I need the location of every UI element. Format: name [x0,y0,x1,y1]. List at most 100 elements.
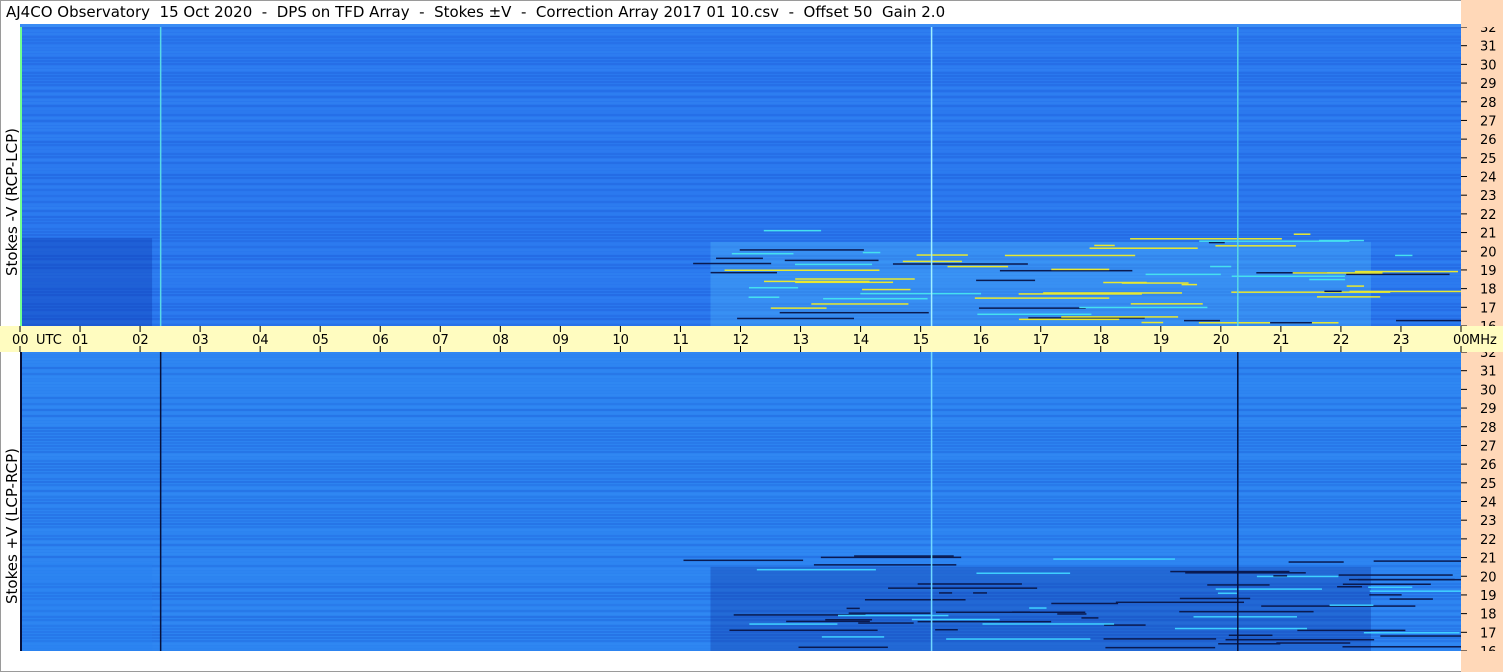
top-texture-band [20,42,1461,44]
top-signal-streak [1292,272,1383,274]
top-signal-streak [1215,245,1296,247]
bottom-signal-streak [1103,638,1217,640]
top-texture-band [20,204,1461,206]
bottom-signal-streak [1369,594,1402,596]
bottom-texture-band [20,508,1461,510]
bottom-texture-band [20,448,1461,450]
top-signal-streak [860,292,982,295]
top-signal-streak [1184,319,1221,322]
bottom-signal-streak [973,592,987,594]
bottom-texture-band [20,424,1461,426]
top-strip [20,24,1461,27]
bottom-texture-band [20,382,1461,384]
top-signal-streak [1346,285,1365,287]
bottom-texture-band [20,517,1461,519]
top-texture-band [20,222,1461,224]
top-texture-band [20,177,1461,179]
top-texture-band [20,219,1461,221]
top-texture-band [20,234,1461,236]
top-signal-streak [1089,247,1198,249]
time-tick-label: 02 [132,333,149,348]
top-signal-streak [1199,240,1350,242]
top-freq-tick-label: 26 [1480,133,1497,148]
top-freq-tick-label: 30 [1480,58,1497,73]
bottom-signal-streak [1380,635,1461,637]
top-signal-streak [977,313,1092,316]
top-texture-band [20,126,1461,128]
top-signal-streak [823,297,928,300]
time-tick-label: 15 [913,333,930,348]
bottom-freq-tick-label: 18 [1480,608,1497,623]
top-texture-band [20,129,1461,131]
time-tick-label: 20 [1213,333,1230,348]
top-texture-band [20,201,1461,203]
bottom-signal-streak [825,618,873,621]
top-signal-streak [1121,282,1189,284]
top-signal-streak [1198,322,1339,324]
top-texture-band [20,105,1461,107]
top-signal-streak [748,286,799,289]
top-texture-band [20,156,1461,158]
bottom-signal-streak [1218,643,1281,645]
bottom-texture-band [20,529,1461,531]
bottom-texture-band [20,556,1461,558]
frequency-band-footer [1461,651,1503,672]
top-texture-band [20,189,1461,191]
top-signal-streak [1309,278,1346,281]
top-freq-tick-label: 19 [1480,264,1497,279]
bottom-freq-tick-label: 19 [1480,589,1497,604]
time-tick-label: 14 [853,333,870,348]
top-texture-band [20,99,1461,101]
top-freq-tick-label: 31 [1480,40,1497,55]
bottom-texture-band [20,502,1461,504]
top-freq-tick-label: 24 [1480,171,1497,186]
top-freq-tick-label: 25 [1480,152,1497,167]
top-signal-streak [1324,290,1342,293]
top-texture-band [20,165,1461,167]
bottom-freq-tick-label: 27 [1480,439,1497,454]
bottom-texture-band [20,505,1461,507]
bottom-texture-band [20,469,1461,471]
top-signal-streak [1051,268,1110,271]
bottom-signal-streak [1338,574,1453,576]
top-signal-streak [1079,306,1208,309]
top-signal-streak [1346,273,1450,276]
bottom-signal-streak [1081,617,1099,619]
top-texture-band [20,174,1461,176]
bottom-vertical-event-line [1237,352,1239,651]
bottom-signal-streak [888,587,1038,589]
bottom-texture-band [20,355,1461,357]
chart-title: AJ4CO Observatory 15 Oct 2020 - DPS on T… [6,3,946,21]
bottom-signal-streak [798,646,888,649]
frequency-axis-unit: MHz [1469,333,1497,348]
bottom-signal-streak [1029,607,1047,609]
bottom-texture-band [20,535,1461,537]
top-texture-band [20,192,1461,194]
top-signal-streak [794,263,873,266]
bottom-freq-tick-label: 26 [1480,458,1497,473]
bottom-signal-streak [1225,638,1375,641]
top-freq-tick-label: 20 [1480,245,1497,260]
bottom-texture-band [20,403,1461,405]
bottom-freq-tick-label: 21 [1480,552,1497,567]
top-signal-streak [1231,291,1391,293]
top-texture-band [20,180,1461,182]
bottom-texture-band [20,415,1461,417]
bottom-texture-band [20,499,1461,501]
bottom-signal-streak [976,572,1071,574]
bottom-texture-band [20,475,1461,477]
top-freq-tick-label: 18 [1480,283,1497,298]
bottom-texture-band [20,430,1461,432]
top-signal-streak [1293,233,1311,235]
bottom-texture-band [20,496,1461,498]
bottom-signal-streak [786,620,870,623]
top-signal-streak [784,259,879,262]
bottom-signal-streak [1012,611,1031,613]
top-texture-band [20,207,1461,209]
top-texture-band [20,111,1461,113]
top-signal-streak [1181,283,1198,286]
bottom-signal-streak [917,620,1052,623]
bottom-texture-band [20,388,1461,390]
top-signal-streak [947,265,1009,268]
time-tick-label: 17 [1033,333,1050,348]
